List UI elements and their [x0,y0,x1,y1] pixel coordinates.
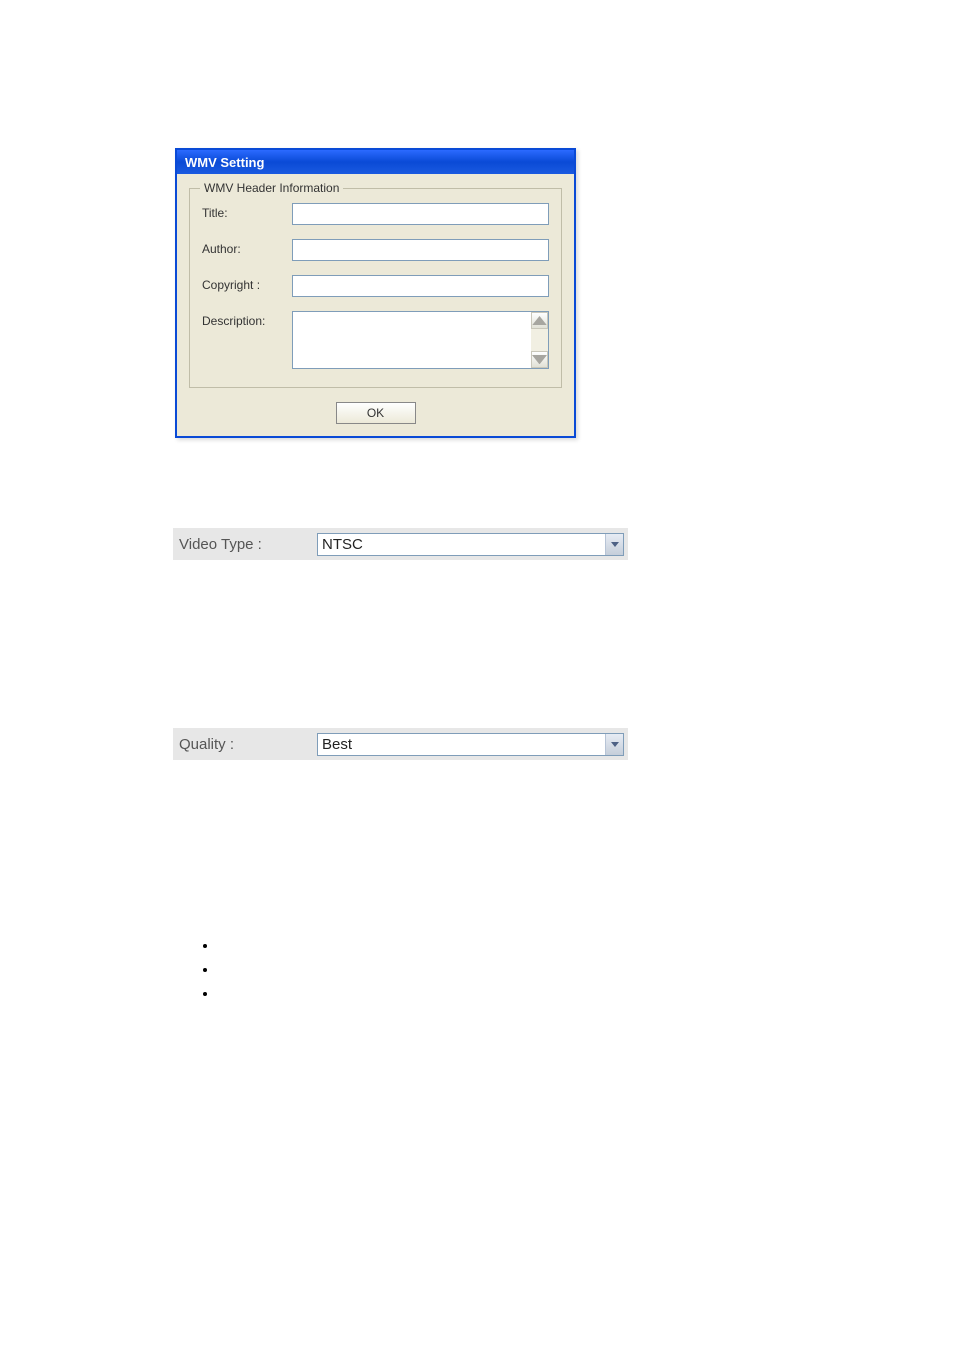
scroll-up-icon[interactable] [531,312,548,329]
quality-value: Best [318,736,605,753]
list-item [217,986,954,1000]
bullet-list [217,938,954,1000]
video-type-select[interactable]: NTSC [317,533,624,556]
author-input[interactable] [292,239,549,261]
button-row: OK [189,398,562,424]
author-label: Author: [202,239,292,256]
copyright-label: Copyright : [202,275,292,292]
list-item [217,938,954,952]
dialog-title: WMV Setting [185,155,264,170]
list-item [217,962,954,976]
video-type-label: Video Type : [179,536,317,553]
title-label: Title: [202,203,292,220]
title-input[interactable] [292,203,549,225]
ok-button[interactable]: OK [336,402,416,424]
header-info-groupbox: WMV Header Information Title: Author: Co… [189,188,562,388]
groupbox-legend: WMV Header Information [200,181,343,195]
quality-select[interactable]: Best [317,733,624,756]
description-label: Description: [202,311,292,328]
description-input[interactable] [293,312,531,368]
video-type-value: NTSC [318,536,605,553]
description-field-wrap [292,311,549,369]
dialog-titlebar: WMV Setting [177,150,574,174]
quality-row: Quality : Best [173,728,628,760]
copyright-row: Copyright : [202,275,549,297]
copyright-input[interactable] [292,275,549,297]
description-row: Description: [202,311,549,369]
author-row: Author: [202,239,549,261]
chevron-down-icon [605,534,623,555]
quality-label: Quality : [179,736,317,753]
description-scrollbar[interactable] [531,312,548,368]
video-type-row: Video Type : NTSC [173,528,628,560]
dialog-body: WMV Header Information Title: Author: Co… [177,174,574,436]
title-row: Title: [202,203,549,225]
scroll-down-icon[interactable] [531,351,548,368]
wmv-setting-dialog: WMV Setting WMV Header Information Title… [175,148,576,438]
chevron-down-icon [605,734,623,755]
